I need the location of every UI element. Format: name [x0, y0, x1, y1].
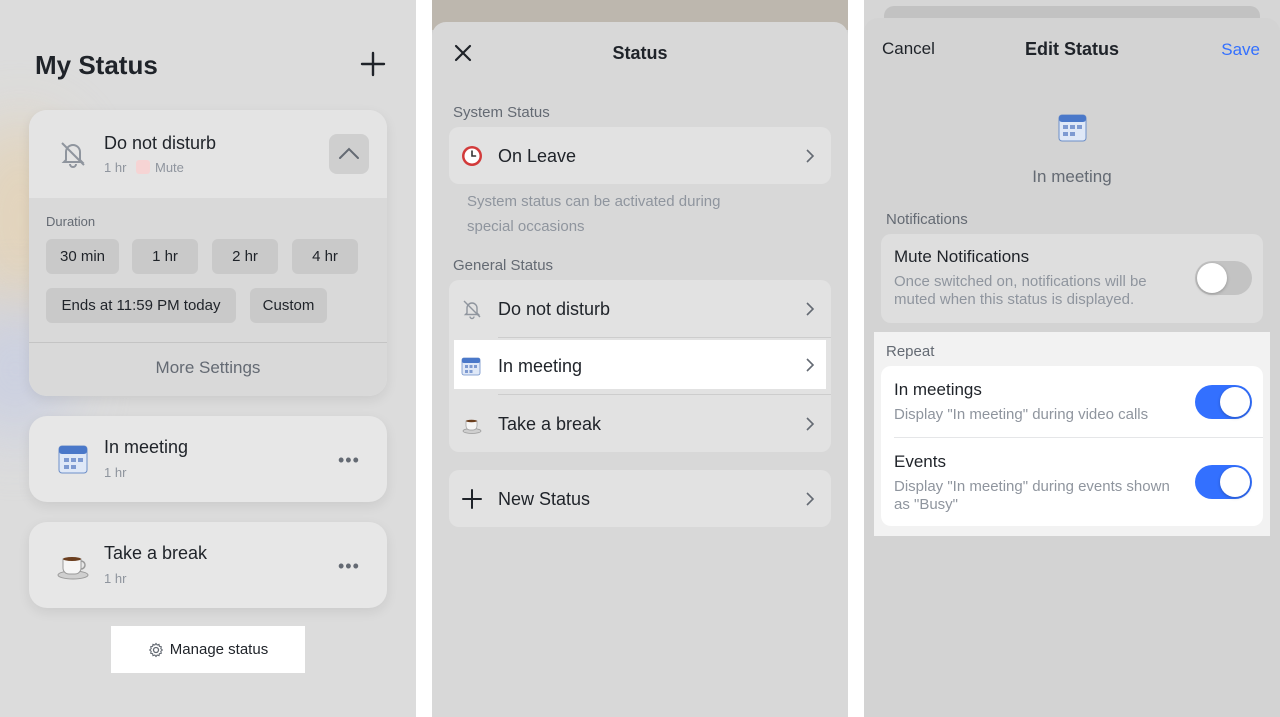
- row-label: In meeting: [498, 356, 583, 376]
- manage-status-label: Manage status: [169, 641, 269, 658]
- mute-label: Mute: [155, 160, 184, 175]
- status-row-on-leave[interactable]: On Leave: [449, 127, 831, 184]
- chevron-right-icon: [806, 149, 815, 163]
- row-label: New Status: [498, 489, 591, 509]
- sheet-title: Status: [612, 43, 668, 63]
- repeat-desc-events: Display "In meeting" during events shown…: [894, 478, 1170, 513]
- events-toggle[interactable]: [1195, 465, 1252, 499]
- status-name: In meeting: [1032, 167, 1112, 186]
- row-label: Take a break: [498, 414, 602, 434]
- row-label: Do not disturb: [498, 299, 611, 319]
- new-status-row[interactable]: New Status: [449, 470, 831, 527]
- calendar-icon: [461, 357, 481, 376]
- status-duration: 1 hr: [104, 160, 127, 175]
- repeat-title-in-meetings: In meetings: [894, 380, 982, 399]
- chevron-right-icon: [806, 302, 815, 316]
- collapse-button[interactable]: [329, 134, 369, 174]
- repeat-label: Repeat: [886, 343, 935, 360]
- coffee-icon: [57, 557, 89, 580]
- duration-chip-custom[interactable]: Custom: [250, 288, 327, 323]
- duration-label: Duration: [46, 214, 96, 229]
- toggle-knob: [1220, 387, 1250, 417]
- duration-section: Duration 30 min 1 hr 2 hr 4 hr Ends at 1…: [29, 198, 387, 396]
- general-status-label: General Status: [453, 257, 554, 274]
- toggle-knob: [1220, 467, 1250, 497]
- mute-notifications-desc: Once switched on, notifications will be …: [894, 273, 1147, 308]
- mute-icon: [136, 160, 150, 174]
- more-options-icon[interactable]: •••: [338, 451, 360, 469]
- status-row-in-meeting[interactable]: In meeting: [454, 340, 826, 389]
- mute-notifications-title: Mute Notifications: [894, 247, 1030, 266]
- in-meeting-status-card[interactable]: In meeting 1 hr •••: [29, 416, 387, 502]
- status-duration: 1 hr: [104, 465, 127, 480]
- gear-icon: [148, 642, 163, 657]
- edit-status-panel: Edit Status Cancel Save In meeting Notif…: [864, 0, 1280, 717]
- plus-icon: [462, 489, 482, 509]
- mute-notifications-toggle[interactable]: [1195, 261, 1252, 295]
- mute-badge: Mute: [136, 160, 184, 175]
- divider: [894, 437, 1263, 438]
- page-title: My Status: [35, 50, 158, 80]
- repeat-title-events: Events: [894, 452, 946, 471]
- chevron-right-icon: [806, 492, 815, 506]
- status-row-take-a-break[interactable]: Take a break: [449, 395, 831, 452]
- calendar-icon: [58, 445, 88, 474]
- divider: [498, 337, 831, 338]
- save-button[interactable]: Save: [1221, 40, 1260, 60]
- toggle-knob: [1197, 263, 1227, 293]
- status-duration: 1 hr: [104, 571, 127, 586]
- chevron-right-icon: [806, 417, 815, 431]
- repeat-group: In meetings Display "In meeting" during …: [881, 366, 1263, 526]
- more-options-icon[interactable]: •••: [338, 557, 360, 575]
- general-status-group: Do not disturb In meeting Take a break: [449, 280, 831, 452]
- status-name: In meeting: [104, 437, 189, 457]
- status-panel: Status System Status On Leave System sta…: [432, 0, 848, 717]
- notifications-label: Notifications: [886, 211, 968, 228]
- repeat-section: Repeat In meetings Display "In meeting" …: [874, 332, 1270, 536]
- mute-notifications-group: Mute Notifications Once switched on, not…: [881, 234, 1263, 323]
- dnd-card-header: Do not disturb 1 hr Mute: [29, 110, 387, 198]
- repeat-desc-in-meetings: Display "In meeting" during video calls: [894, 406, 1149, 423]
- chevron-up-icon: [339, 147, 359, 159]
- duration-chip-1hr[interactable]: 1 hr: [132, 239, 198, 274]
- dnd-status-card[interactable]: Do not disturb 1 hr Mute Duration 30 min…: [29, 110, 387, 396]
- add-icon[interactable]: [358, 49, 388, 79]
- coffee-icon: [462, 419, 482, 434]
- my-status-panel: My Status Do not disturb 1 hr Mute Durat…: [0, 0, 416, 717]
- calendar-icon[interactable]: [1058, 113, 1087, 142]
- more-settings-button[interactable]: More Settings: [29, 358, 387, 378]
- manage-status-button[interactable]: Manage status: [111, 626, 305, 673]
- status-name: Do not disturb: [104, 133, 217, 153]
- clock-icon: [462, 146, 482, 166]
- cancel-button[interactable]: Cancel: [882, 39, 935, 59]
- duration-chip-4hr[interactable]: 4 hr: [292, 239, 358, 274]
- system-status-hint: System status can be activated during sp…: [467, 193, 721, 235]
- bell-off-icon: [61, 142, 85, 168]
- take-a-break-status-card[interactable]: Take a break 1 hr •••: [29, 522, 387, 608]
- divider: [29, 342, 387, 343]
- in-meetings-toggle[interactable]: [1195, 385, 1252, 419]
- duration-chip-30min[interactable]: 30 min: [46, 239, 119, 274]
- duration-chip-2hr[interactable]: 2 hr: [212, 239, 278, 274]
- duration-chip-end-of-day[interactable]: Ends at 11:59 PM today: [46, 288, 236, 323]
- chevron-right-icon: [806, 358, 815, 372]
- status-name: Take a break: [104, 543, 208, 563]
- system-status-group: On Leave: [449, 127, 831, 184]
- system-status-label: System Status: [453, 104, 550, 121]
- status-row-do-not-disturb[interactable]: Do not disturb: [449, 280, 831, 337]
- bell-off-icon: [463, 300, 481, 320]
- new-status-group: New Status: [449, 470, 831, 527]
- row-label: On Leave: [498, 146, 577, 166]
